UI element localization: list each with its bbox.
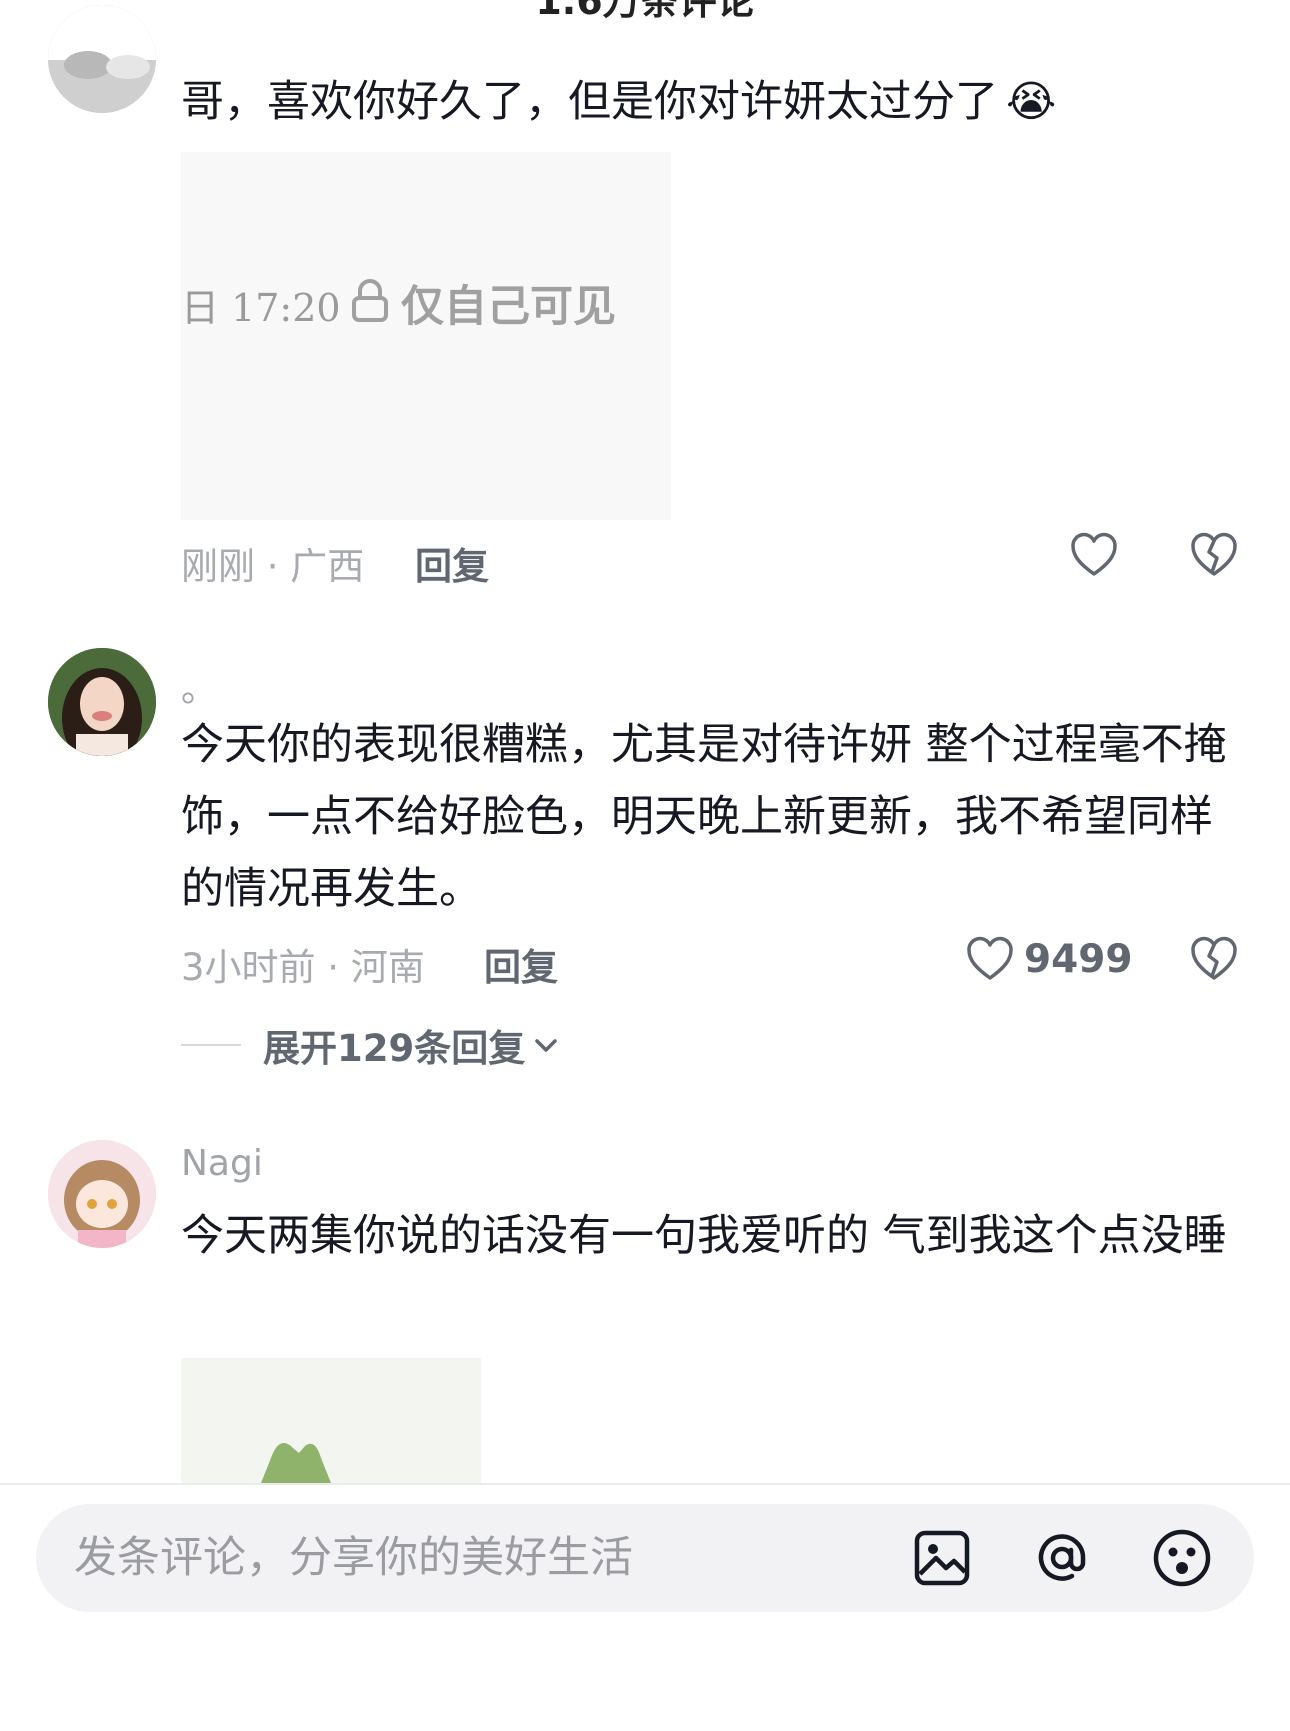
dislike-button[interactable] [1190, 532, 1238, 582]
avatar[interactable] [48, 1140, 156, 1248]
heart-icon [1071, 532, 1117, 576]
comment-text: 哥，喜欢你好久了，但是你对许妍太过分了 😭 [181, 66, 1241, 138]
mention-button[interactable] [1032, 1528, 1092, 1592]
lock-icon [351, 278, 389, 326]
heart-icon [967, 936, 1013, 980]
comment-input-footer: 发条评论，分享你的美好生活 [0, 1483, 1290, 1731]
at-icon [1038, 1534, 1086, 1581]
comment-meta: 刚刚 · 广西 [181, 545, 365, 588]
like-button[interactable] [1070, 532, 1118, 582]
comment-text: 今天你的表现很糟糕，尤其是对待许妍 整个过程毫不掩饰，一点不给好脸色，明天晚上新… [181, 720, 1227, 914]
like-button[interactable] [966, 936, 1014, 986]
image-time-text: 日 17:20 [181, 286, 341, 330]
comment-text: 今天两集你说的话没有一句我爱听的 气到我这个点没睡 [181, 1211, 1227, 1261]
comment-nickname[interactable]: 。 [181, 660, 217, 712]
crying-emoji: 😭 [1006, 77, 1057, 127]
sticker-image [261, 1443, 331, 1483]
emoji-button[interactable] [1152, 1528, 1212, 1592]
comment-image[interactable] [181, 1358, 481, 1483]
broken-heart-icon [1191, 532, 1237, 576]
image-picker-button[interactable] [914, 1530, 970, 1590]
dislike-button[interactable] [1190, 936, 1238, 986]
image-icon [914, 1530, 970, 1586]
comment-text-content: 哥，喜欢你好久了，但是你对许妍太过分了 [181, 77, 998, 127]
comment-input[interactable]: 发条评论，分享你的美好生活 [36, 1504, 1254, 1612]
broken-heart-icon [1191, 936, 1237, 980]
chevron-down-icon [535, 1039, 557, 1052]
avatar[interactable] [48, 648, 156, 756]
comment-meta: 3小时前 · 河南 [181, 946, 425, 989]
reply-button[interactable]: 回复 [415, 536, 489, 590]
like-count: 9499 [1024, 937, 1133, 982]
comment-nickname[interactable]: Nagi [181, 1143, 263, 1184]
comment-image[interactable]: 日 17:20 仅自己可见 [181, 152, 671, 520]
smiley-icon [1153, 1529, 1211, 1587]
comment-input-placeholder: 发条评论，分享你的美好生活 [74, 1533, 633, 1583]
expand-replies-label: 展开129条回复 [263, 1027, 526, 1070]
reply-button[interactable]: 回复 [484, 937, 558, 991]
avatar[interactable] [48, 5, 156, 113]
image-visibility-text: 仅自己可见 [401, 282, 616, 332]
comments-count-title: 1.6万条评论 [535, 0, 755, 23]
divider [181, 1044, 241, 1046]
expand-replies-button[interactable]: 展开129条回复 [181, 1018, 561, 1072]
